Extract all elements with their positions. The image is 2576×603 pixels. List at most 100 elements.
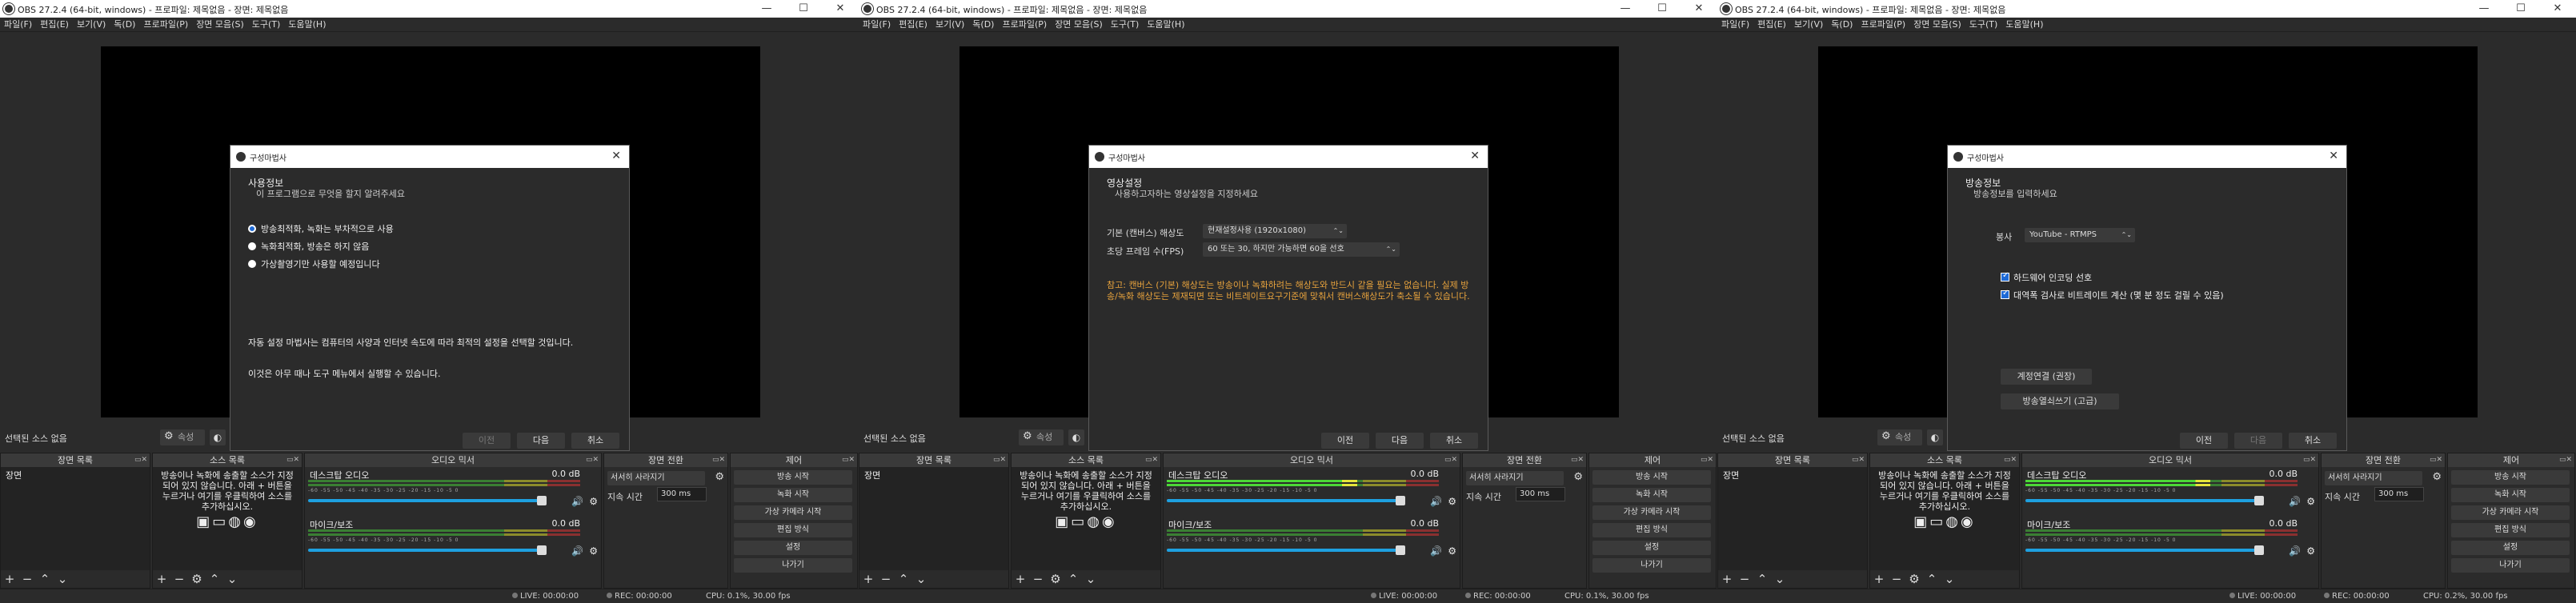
scene-item[interactable]: 장면 — [1718, 467, 1867, 483]
minimize-button[interactable]: — — [1607, 0, 1644, 18]
speaker-icon[interactable]: 🔊 — [1430, 545, 1442, 557]
dock-float-icon[interactable]: ▭✕ — [2004, 453, 2017, 467]
menu-profile[interactable]: 프로파일(P) — [998, 18, 1051, 32]
add-icon[interactable]: + — [1718, 570, 1736, 588]
dock-float-icon[interactable]: ▭✕ — [1571, 453, 1584, 467]
settings-button[interactable]: 설정 — [734, 541, 852, 555]
back-button[interactable]: 이전 — [463, 433, 511, 449]
menu-file[interactable]: 파일(F) — [0, 18, 36, 32]
menu-docks[interactable]: 독(D) — [1827, 18, 1857, 32]
gear-icon[interactable]: ⚙ — [2306, 496, 2315, 507]
duration-input[interactable]: 300 ms — [1516, 487, 1565, 501]
menu-view[interactable]: 보기(V) — [931, 18, 968, 32]
slider-knob[interactable] — [1396, 496, 1405, 505]
sources-list[interactable]: 방송이나 녹화에 송출할 소스가 지정되어 있지 않습니다. 아래 + 버튼을 … — [1870, 467, 2019, 570]
gear-icon[interactable]: ⚙ — [2432, 471, 2442, 483]
dock-float-icon[interactable]: ▭✕ — [2430, 453, 2442, 467]
move-up-icon[interactable]: ⌃ — [1753, 570, 1771, 588]
menu-edit[interactable]: 편집(E) — [895, 18, 931, 32]
maximize-button[interactable]: ☐ — [785, 0, 822, 18]
close-button[interactable]: ✕ — [2539, 0, 2576, 18]
checkbox-checked-icon[interactable] — [2001, 271, 2009, 282]
speaker-icon[interactable]: 🔊 — [571, 545, 583, 557]
usage-option-streaming[interactable]: 방송최적화, 녹화는 부차적으로 사용 — [248, 222, 394, 235]
move-up-icon[interactable]: ⌃ — [36, 570, 54, 588]
gear-icon[interactable]: ⚙ — [1905, 570, 1923, 588]
use-stream-key-button[interactable]: 방송열쇠쓰기 (고급) — [2001, 393, 2119, 409]
start-streaming-button[interactable]: 방송 시작 — [2451, 470, 2570, 485]
gear-icon[interactable]: ⚙ — [1047, 570, 1064, 588]
close-button[interactable]: ✕ — [1681, 0, 1717, 18]
remove-icon[interactable]: − — [18, 570, 36, 588]
volume-slider[interactable] — [2025, 496, 2264, 505]
dialog-close-icon[interactable]: ✕ — [2329, 150, 2338, 162]
radio-selected-icon[interactable] — [248, 225, 256, 233]
move-down-icon[interactable]: ⌄ — [54, 570, 71, 588]
sources-list[interactable]: 방송이나 녹화에 송출할 소스가 지정되어 있지 않습니다. 아래 + 버튼을 … — [153, 467, 302, 570]
move-up-icon[interactable]: ⌃ — [895, 570, 912, 588]
dock-float-icon[interactable]: ▭✕ — [1852, 453, 1865, 467]
move-down-icon[interactable]: ⌄ — [1771, 570, 1789, 588]
usage-option-virtualcam[interactable]: 가상촬영기만 사용할 예정입니다 — [248, 258, 380, 270]
menu-view[interactable]: 보기(V) — [1790, 18, 1827, 32]
scene-list[interactable]: 장면 — [1, 467, 150, 570]
checkbox-checked-icon[interactable] — [2001, 289, 2009, 299]
maximize-button[interactable]: ☐ — [1644, 0, 1681, 18]
sources-list[interactable]: 방송이나 녹화에 송출할 소스가 지정되어 있지 않습니다. 아래 + 버튼을 … — [1012, 467, 1160, 570]
start-recording-button[interactable]: 녹화 시작 — [734, 488, 852, 502]
dock-float-icon[interactable]: ▭✕ — [586, 453, 599, 467]
speaker-icon[interactable]: 🔊 — [571, 496, 583, 507]
move-up-icon[interactable]: ⌃ — [1923, 570, 1941, 588]
dock-float-icon[interactable]: ▭✕ — [2559, 453, 2572, 467]
minimize-button[interactable]: — — [748, 0, 785, 18]
volume-slider[interactable] — [2025, 545, 2264, 555]
usage-option-recording[interactable]: 녹화최적화, 방송은 하지 않음 — [248, 240, 369, 253]
menu-file[interactable]: 파일(F) — [859, 18, 895, 32]
scene-item[interactable]: 장면 — [1, 467, 150, 483]
hardware-encoding-checkbox[interactable]: 하드웨어 인코딩 선호 — [2001, 271, 2092, 284]
connect-account-button[interactable]: 계정연결 (권장) — [2001, 369, 2092, 385]
transition-select[interactable]: 서서히 사라지기 — [1466, 471, 1564, 485]
gear-icon[interactable]: ⚙ — [2306, 545, 2315, 557]
dock-float-icon[interactable]: ▭✕ — [2303, 453, 2316, 467]
menu-profile[interactable]: 프로파일(P) — [139, 18, 192, 32]
studio-mode-button[interactable]: 편집 방식 — [734, 523, 852, 537]
exit-button[interactable]: 나가기 — [734, 558, 852, 573]
menu-file[interactable]: 파일(F) — [1717, 18, 1753, 32]
dock-float-icon[interactable]: ▭✕ — [134, 453, 147, 467]
speaker-icon[interactable]: 🔊 — [1430, 496, 1442, 507]
menu-tools[interactable]: 도구(T) — [248, 18, 285, 32]
menu-edit[interactable]: 편집(E) — [1753, 18, 1790, 32]
dock-float-icon[interactable]: ▭✕ — [842, 453, 855, 467]
menu-scene-collection[interactable]: 장면 모음(S) — [1051, 18, 1107, 32]
menu-tools[interactable]: 도구(T) — [1107, 18, 1144, 32]
dialog-close-icon[interactable]: ✕ — [1470, 150, 1480, 162]
dock-float-icon[interactable]: ▭✕ — [993, 453, 1006, 467]
menu-help[interactable]: 도움말(H) — [2001, 18, 2047, 32]
duration-input[interactable]: 300 ms — [2374, 487, 2424, 501]
menu-view[interactable]: 보기(V) — [73, 18, 110, 32]
start-recording-button[interactable]: 녹화 시작 — [2451, 488, 2570, 502]
dialog-close-icon[interactable]: ✕ — [611, 150, 621, 162]
slider-knob[interactable] — [537, 496, 547, 505]
menu-scene-collection[interactable]: 장면 모음(S) — [1909, 18, 1965, 32]
menu-help[interactable]: 도움말(H) — [284, 18, 330, 32]
dock-float-icon[interactable]: ▭✕ — [286, 453, 299, 467]
settings-button[interactable]: 설정 — [1592, 541, 1711, 555]
menu-tools[interactable]: 도구(T) — [1965, 18, 2002, 32]
minimize-button[interactable]: — — [2466, 0, 2502, 18]
start-virtual-camera-button[interactable]: 가상 카메라 시작 — [1592, 505, 1711, 520]
volume-slider[interactable] — [1167, 545, 1405, 555]
menu-docks[interactable]: 독(D) — [968, 18, 998, 32]
move-down-icon[interactable]: ⌄ — [1941, 570, 1958, 588]
start-virtual-camera-button[interactable]: 가상 카메라 시작 — [2451, 505, 2570, 520]
add-icon[interactable]: + — [1, 570, 18, 588]
remove-icon[interactable]: − — [1029, 570, 1047, 588]
settings-button[interactable]: 설정 — [2451, 541, 2570, 555]
next-button[interactable]: 다음 — [2234, 433, 2282, 449]
gear-icon[interactable]: ⚙ — [589, 545, 598, 557]
remove-icon[interactable]: − — [1888, 570, 1905, 588]
service-select[interactable]: YouTube - RTMPS — [2025, 228, 2135, 242]
start-streaming-button[interactable]: 방송 시작 — [734, 470, 852, 485]
volume-slider[interactable] — [1167, 496, 1405, 505]
